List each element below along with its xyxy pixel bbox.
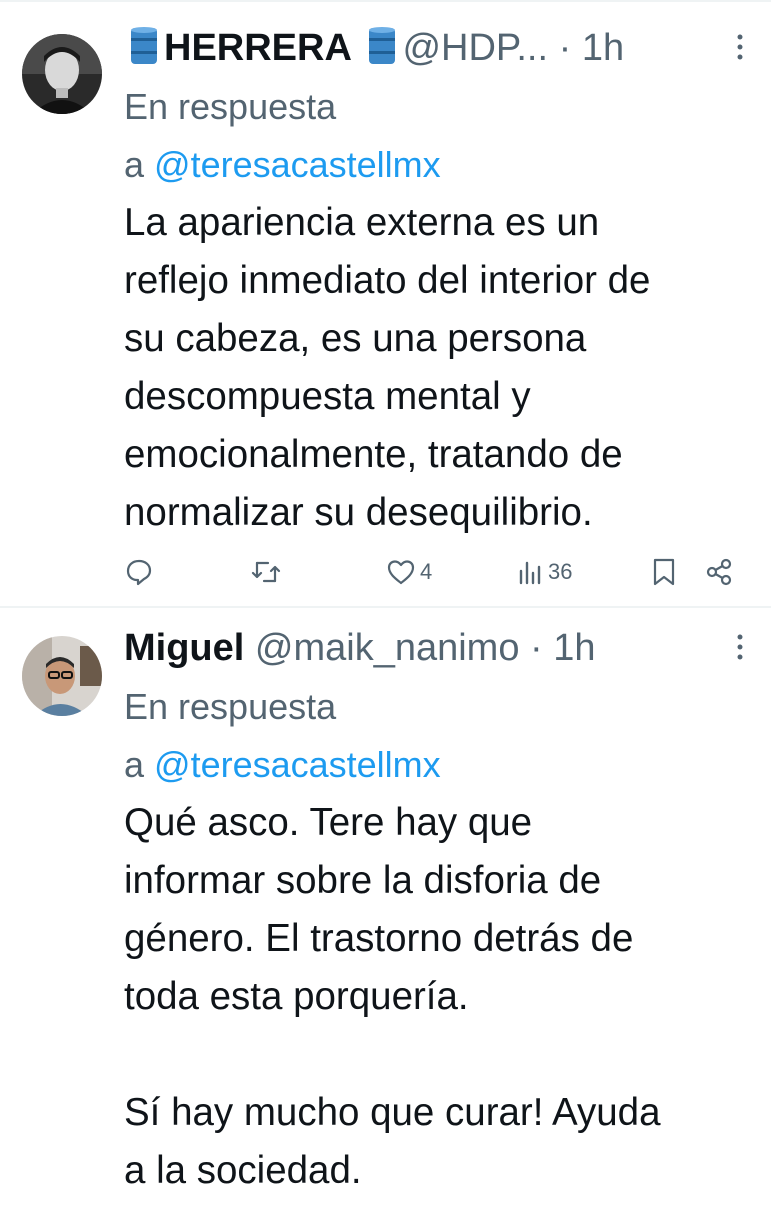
- like-count: 4: [420, 559, 433, 584]
- views-count: 36: [548, 559, 573, 584]
- bookmark-icon: [653, 558, 675, 586]
- user-handle[interactable]: @maik_nanimo: [255, 627, 520, 669]
- reply-a: a: [124, 744, 155, 785]
- share-icon: [706, 558, 732, 586]
- retweet-icon: [251, 561, 281, 583]
- action-bar: 4 36: [124, 550, 754, 594]
- like-button[interactable]: 4: [386, 550, 432, 594]
- more-options-icon[interactable]: [725, 32, 755, 62]
- retweet-button[interactable]: [250, 550, 286, 594]
- reply-icon: [126, 559, 152, 586]
- tweet-text: Qué asco. Tere hay que informar sobre la…: [124, 801, 661, 1192]
- avatar[interactable]: [22, 636, 102, 716]
- reply-mention-link[interactable]: @teresacastellmx: [154, 144, 441, 185]
- avatar-photo: [22, 34, 102, 114]
- separator-dot: ·: [558, 27, 572, 69]
- more-options-icon[interactable]: [725, 632, 755, 662]
- avatar[interactable]: [22, 34, 102, 114]
- timestamp[interactable]: 1h: [582, 27, 624, 69]
- reply-button[interactable]: [124, 550, 158, 594]
- bookmark-button[interactable]: [650, 550, 678, 594]
- tweet[interactable]: Miguel @maik_nanimo · 1h En respuesta a …: [0, 608, 771, 1208]
- user-handle[interactable]: @HDP...: [402, 27, 548, 69]
- heart-icon: [387, 560, 415, 585]
- tweet-header: Miguel @maik_nanimo · 1h: [124, 622, 757, 674]
- reply-a: a: [124, 144, 155, 185]
- reply-prefix: En respuesta: [124, 686, 337, 727]
- separator-dot: ·: [530, 627, 543, 669]
- tweet-header: HERRERA @HDP... · 1h: [124, 22, 757, 74]
- reply-prefix: En respuesta: [124, 86, 337, 127]
- views-chart-icon: [519, 561, 541, 585]
- oil-barrel-icon: [131, 27, 157, 64]
- oil-barrel-icon: [369, 27, 396, 64]
- reply-context: En respuesta a @teresacastellmx: [124, 678, 757, 794]
- views-button[interactable]: 36: [518, 550, 572, 594]
- share-button[interactable]: [704, 550, 734, 594]
- display-name[interactable]: HERRERA: [164, 27, 352, 69]
- tweet[interactable]: HERRERA @HDP... · 1h En respuesta a @ter…: [0, 0, 771, 607]
- reply-mention-link[interactable]: @teresacastellmx: [154, 744, 441, 785]
- reply-context: En respuesta a @teresacastellmx: [124, 78, 757, 194]
- tweet-text: La apariencia externa es un reflejo inme…: [124, 201, 651, 534]
- display-name[interactable]: Miguel: [124, 627, 244, 669]
- avatar-photo: [22, 636, 102, 716]
- timestamp[interactable]: 1h: [553, 627, 595, 669]
